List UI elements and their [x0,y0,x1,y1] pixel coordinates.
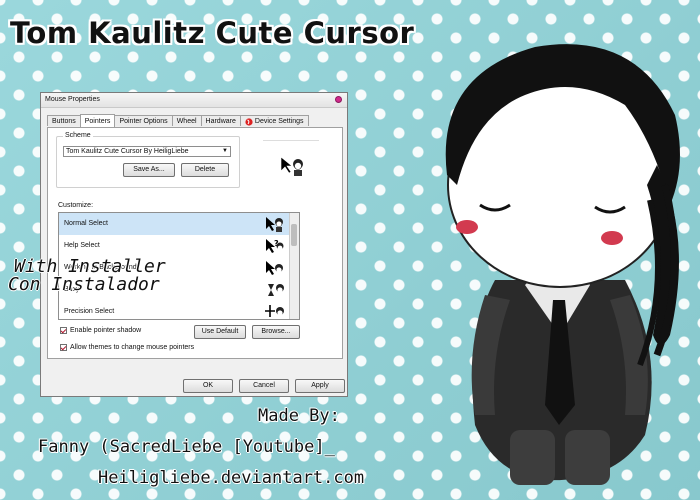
tab-device-settings-label: Device Settings [254,118,304,125]
device-settings-icon [245,117,253,126]
working-in-background-cursor-icon [266,261,283,275]
tab-pointers[interactable]: Pointers [79,114,116,127]
checkbox-checked-icon [60,327,67,334]
delete-button[interactable]: Delete [181,163,229,177]
pointer-preview [263,140,319,193]
list-item[interactable]: Help Select ? [59,235,299,257]
scheme-select-value: Tom Kaulitz Cute Cursor By HeiligLiebe [66,148,189,155]
scheme-label: Scheme [63,132,93,139]
installer-text-spanish: Con Instalador [8,274,160,295]
save-as-button[interactable]: Save As... [123,163,175,177]
tab-pointer-options[interactable]: Pointer Options [114,115,173,126]
use-default-button[interactable]: Use Default [194,325,246,339]
mouse-properties-dialog: Mouse Properties Buttons Pointers Pointe… [40,92,348,397]
allow-themes-checkbox[interactable]: Allow themes to change mouse pointers [60,344,194,351]
dialog-title: Mouse Properties [45,96,100,103]
dialog-titlebar[interactable]: Mouse Properties [41,93,347,108]
ok-button[interactable]: OK [183,379,233,393]
normal-select-cursor-icon [266,217,283,232]
credit-website: Heiligliebe.deviantart.com [98,468,365,488]
cancel-button[interactable]: Cancel [239,379,289,393]
list-item-label: Help Select [64,242,100,249]
chevron-down-icon: ▼ [222,148,228,154]
browse-button[interactable]: Browse... [252,325,300,339]
tab-wheel[interactable]: Wheel [171,115,202,126]
enable-shadow-checkbox[interactable]: Enable pointer shadow [60,327,141,334]
tab-device-settings[interactable]: Device Settings [239,115,309,126]
scrollbar-thumb[interactable] [291,224,297,246]
credit-author: Fanny (SacredLiebe [Youtube]_ [38,437,335,457]
tab-hardware[interactable]: Hardware [200,115,241,126]
list-scrollbar[interactable] [289,213,299,319]
list-item[interactable]: Normal Select [59,213,299,235]
credit-made-by: Made By: [258,406,340,426]
precision-select-cursor-icon [265,305,284,317]
checkbox-checked-icon [60,344,67,351]
customize-label: Customize: [58,202,94,209]
cursor-preview-icon [280,156,303,176]
pointers-panel: Scheme Tom Kaulitz Cute Cursor By Heilig… [47,127,343,359]
banner-title: Tom Kaulitz Cute Cursor [10,16,415,50]
scheme-select[interactable]: Tom Kaulitz Cute Cursor By HeiligLiebe ▼ [63,146,231,157]
tab-buttons[interactable]: Buttons [47,115,81,126]
allow-themes-label: Allow themes to change mouse pointers [70,344,195,351]
close-icon[interactable] [335,96,342,103]
tab-strip: Buttons Pointers Pointer Options Wheel H… [47,114,309,127]
help-select-cursor-icon: ? [266,239,284,253]
scheme-group: Scheme Tom Kaulitz Cute Cursor By Heilig… [56,132,240,188]
busy-cursor-icon [268,284,284,296]
chibi-character-illustration [445,44,680,485]
list-item[interactable]: Precision Select [59,301,299,319]
enable-shadow-label: Enable pointer shadow [70,327,142,334]
list-item-label: Precision Select [64,308,115,315]
list-item-label: Normal Select [64,220,108,227]
apply-button[interactable]: Apply [295,379,345,393]
